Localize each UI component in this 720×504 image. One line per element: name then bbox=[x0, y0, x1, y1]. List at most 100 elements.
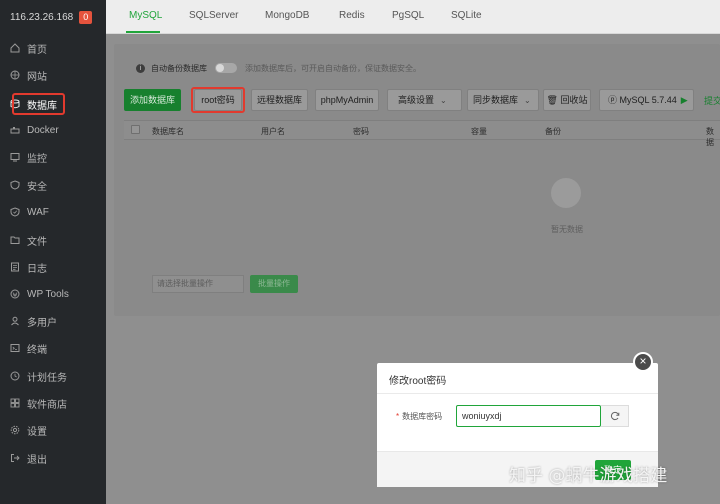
clock-icon bbox=[10, 371, 20, 381]
sidebar-item-label: WAF bbox=[27, 206, 49, 218]
mysql-icon: ⓟ bbox=[608, 95, 618, 105]
column-backup: 备份 bbox=[545, 127, 561, 136]
dialog-divider bbox=[377, 393, 658, 394]
sidebar-item-label: 设置 bbox=[27, 426, 47, 438]
sidebar-item-cron[interactable]: 计划任务 bbox=[0, 363, 106, 389]
sidebar-item-label: Docker bbox=[27, 124, 59, 136]
column-data: 数据 bbox=[706, 127, 714, 147]
active-tab-indicator bbox=[126, 31, 160, 33]
sidebar-item-files[interactable]: 文件 bbox=[0, 227, 106, 253]
sidebar-item-label: 首页 bbox=[27, 44, 47, 56]
sidebar: 116.23.26.168 0 首页 网站 数据库 Docker 监控 安全 W… bbox=[0, 0, 106, 504]
sidebar-item-label: 终端 bbox=[27, 344, 47, 356]
info-icon: i bbox=[136, 63, 145, 73]
sidebar-item-multi-user[interactable]: 多用户 bbox=[0, 308, 106, 334]
server-badge[interactable]: 0 bbox=[79, 10, 93, 24]
generate-password-button[interactable] bbox=[601, 405, 629, 427]
sidebar-item-label: 日志 bbox=[27, 263, 47, 275]
phpmyadmin-button[interactable]: phpMyAdmin bbox=[315, 89, 379, 111]
sidebar-item-logout[interactable]: 退出 bbox=[0, 445, 106, 471]
remote-database-button[interactable]: 远程数据库 bbox=[251, 89, 308, 111]
sidebar-item-terminal[interactable]: 终端 bbox=[0, 335, 106, 361]
shield-icon bbox=[10, 180, 20, 190]
sidebar-item-label: 网站 bbox=[27, 71, 47, 83]
table-header bbox=[124, 120, 720, 140]
password-input[interactable] bbox=[456, 405, 601, 427]
auto-backup-toggle[interactable] bbox=[215, 63, 237, 73]
mysql-version-button[interactable]: ⓟ MySQL 5.7.44 ▶ bbox=[599, 89, 694, 111]
column-username: 用户名 bbox=[261, 127, 285, 136]
wordpress-icon bbox=[10, 289, 20, 299]
server-info: 116.23.26.168 0 bbox=[0, 0, 106, 34]
sidebar-item-label: 软件商店 bbox=[27, 399, 67, 411]
db-type-tabs: MySQL SQLServer MongoDB Redis PgSQL SQLi… bbox=[106, 0, 720, 34]
tab-sqlserver[interactable]: SQLServer bbox=[189, 10, 238, 21]
server-ip: 116.23.26.168 bbox=[10, 11, 74, 23]
log-icon bbox=[10, 262, 20, 272]
sidebar-item-label: 文件 bbox=[27, 236, 47, 248]
advanced-settings-label: 高级设置 bbox=[398, 95, 435, 105]
sidebar-item-label: 监控 bbox=[27, 153, 47, 165]
sidebar-item-label: 计划任务 bbox=[27, 372, 67, 384]
batch-operation-button[interactable]: 批量操作 bbox=[250, 275, 298, 293]
refresh-icon bbox=[610, 411, 619, 421]
backup-notice: i 自动备份数据库 添加数据库后，可开启自动备份，保证数据安全。 bbox=[136, 61, 421, 75]
tab-pgsql[interactable]: PgSQL bbox=[392, 10, 424, 21]
terminal-icon bbox=[10, 343, 20, 353]
backup-description: 添加数据库后，可开启自动备份，保证数据安全。 bbox=[245, 63, 421, 73]
monitor-icon bbox=[10, 152, 20, 162]
advanced-settings-dropdown[interactable]: 高级设置 ⌄ bbox=[387, 89, 462, 111]
database-highlight-box bbox=[12, 93, 65, 115]
sync-database-dropdown[interactable]: 同步数据库 ⌄ bbox=[467, 89, 539, 111]
close-icon[interactable]: × bbox=[633, 352, 653, 372]
mysql-version-label: MySQL 5.7.44 bbox=[619, 95, 677, 105]
column-db-name[interactable]: 数据库名 bbox=[152, 126, 184, 137]
tab-redis[interactable]: Redis bbox=[339, 10, 365, 21]
firewall-icon bbox=[10, 207, 20, 217]
column-password: 密码 bbox=[353, 127, 369, 136]
home-icon bbox=[10, 43, 20, 53]
sidebar-item-security[interactable]: 安全 bbox=[0, 172, 106, 198]
backup-label: 自动备份数据库 bbox=[151, 63, 207, 73]
watermark: 知乎 @蜗牛游戏搭建 bbox=[509, 466, 668, 486]
sync-database-label: 同步数据库 bbox=[473, 95, 519, 105]
required-mark: * bbox=[396, 412, 400, 421]
recycle-bin-button[interactable]: 🗑 回收站 bbox=[543, 89, 591, 111]
globe-icon bbox=[10, 70, 20, 80]
password-label-text: 数据库密码 bbox=[402, 412, 443, 421]
sidebar-item-logs[interactable]: 日志 bbox=[0, 254, 106, 280]
sidebar-item-website[interactable]: 网站 bbox=[0, 62, 106, 88]
submit-link[interactable]: 提交 bbox=[704, 94, 720, 107]
logout-icon bbox=[10, 453, 20, 463]
empty-data-icon bbox=[551, 178, 581, 208]
sidebar-item-label: 退出 bbox=[27, 454, 47, 466]
docker-icon bbox=[10, 125, 20, 135]
add-database-button[interactable]: 添加数据库 bbox=[124, 89, 181, 111]
sidebar-item-wp-tools[interactable]: WP Tools bbox=[0, 281, 106, 307]
sidebar-item-monitor[interactable]: 监控 bbox=[0, 144, 106, 170]
tab-mysql[interactable]: MySQL bbox=[129, 10, 162, 21]
recycle-bin-label: 回收站 bbox=[560, 95, 588, 105]
sidebar-item-settings[interactable]: 设置 bbox=[0, 417, 106, 443]
gear-icon bbox=[10, 425, 20, 435]
sidebar-item-app-store[interactable]: 软件商店 bbox=[0, 390, 106, 416]
select-all-checkbox[interactable] bbox=[131, 125, 140, 134]
folder-icon bbox=[10, 235, 20, 245]
root-password-highlight-box bbox=[191, 87, 245, 113]
sidebar-item-label: WP Tools bbox=[27, 288, 69, 300]
sidebar-item-label: 多用户 bbox=[27, 317, 57, 329]
users-icon bbox=[10, 316, 20, 326]
column-capacity: 容量 bbox=[471, 127, 487, 136]
tab-sqlite[interactable]: SQLite bbox=[451, 10, 482, 21]
sidebar-item-docker[interactable]: Docker bbox=[0, 117, 106, 143]
store-icon bbox=[10, 398, 20, 408]
tab-mongodb[interactable]: MongoDB bbox=[265, 10, 309, 21]
chevron-down-icon: ⌄ bbox=[440, 96, 447, 105]
password-field-label: * 数据库密码 bbox=[396, 411, 442, 422]
play-icon: ▶ bbox=[680, 95, 688, 105]
sidebar-item-home[interactable]: 首页 bbox=[0, 35, 106, 61]
batch-operation-select[interactable]: 请选择批量操作 bbox=[152, 275, 244, 293]
chevron-down-icon: ⌄ bbox=[524, 96, 531, 105]
sidebar-item-label: 安全 bbox=[27, 181, 47, 193]
sidebar-item-waf[interactable]: WAF bbox=[0, 199, 106, 225]
